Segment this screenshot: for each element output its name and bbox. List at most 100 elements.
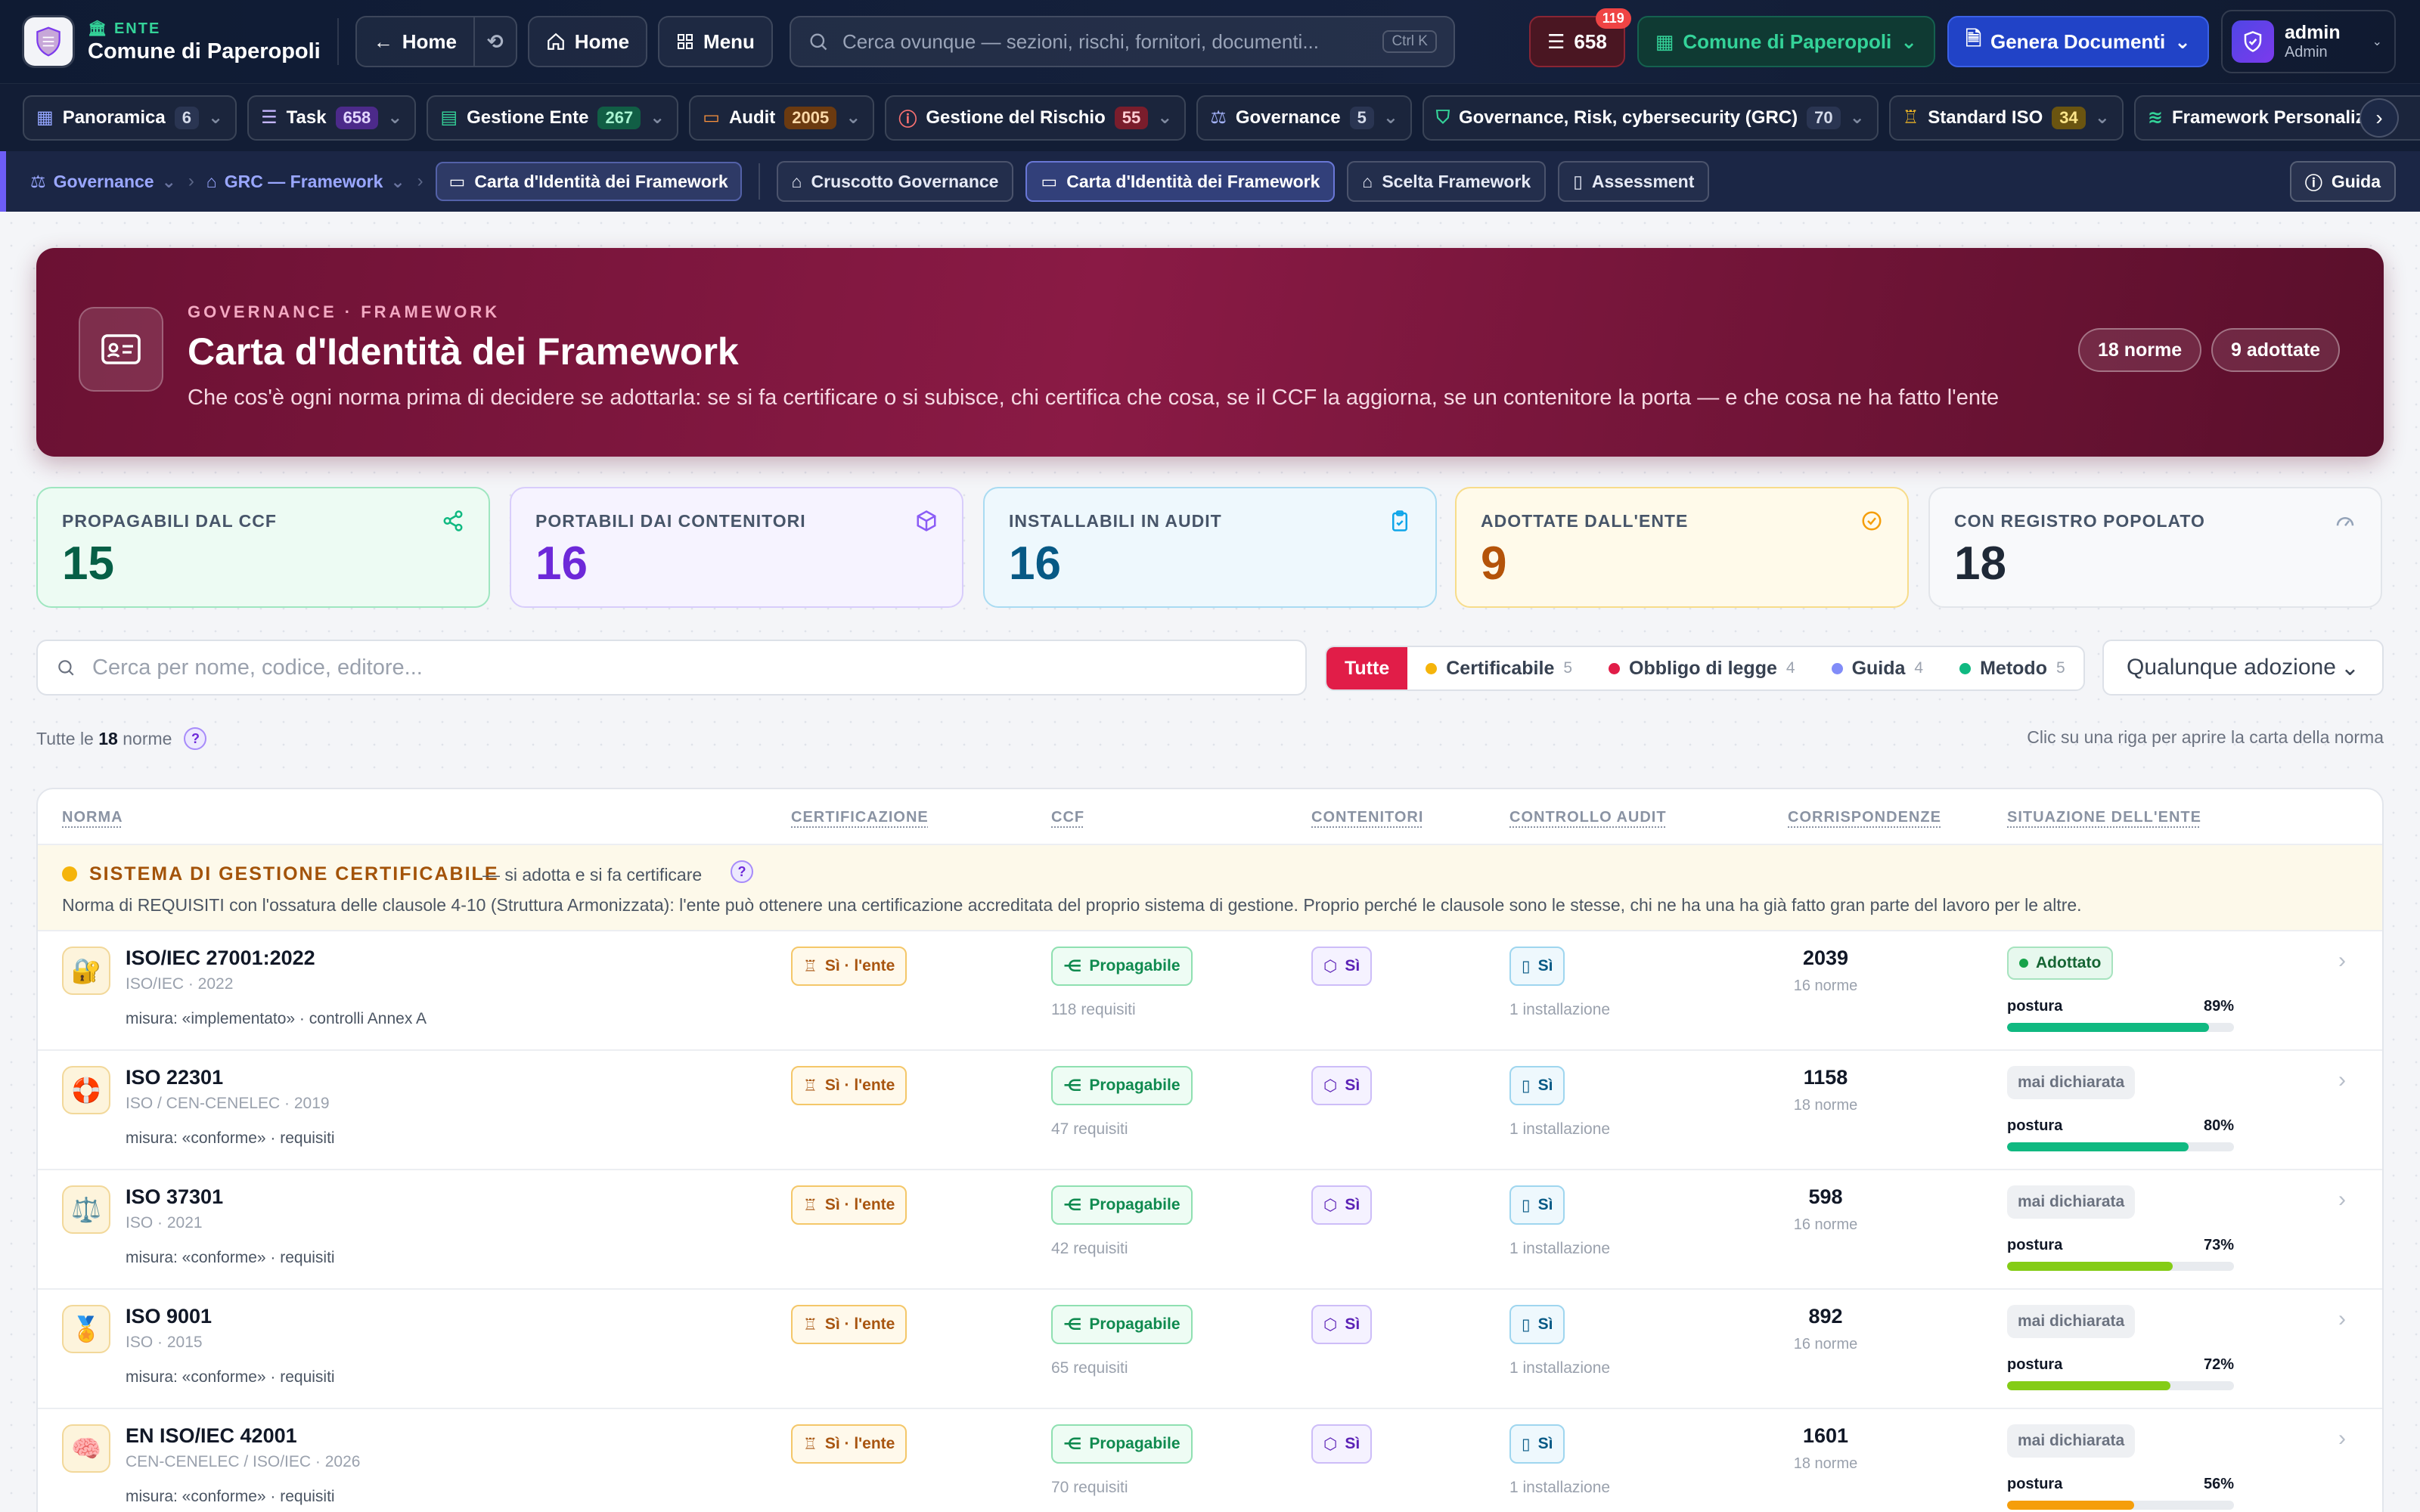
chevron-right-icon: ›	[2338, 948, 2346, 973]
framework-icon: ⚖️	[62, 1185, 110, 1234]
module-tab-standard-iso[interactable]: ♖ Standard ISO 34 ⌄	[1888, 94, 2124, 141]
stat-card-portabili[interactable]: PORTABILI DAI CONTENITORI 16	[510, 487, 963, 608]
correspondences: 892 16 norme	[1742, 1305, 1909, 1353]
audit-badge: ▯ Sì	[1509, 1424, 1565, 1464]
ente-selector[interactable]: ▦ Comune di Paperopoli ⌄	[1637, 16, 1936, 67]
table-row[interactable]: 🔐 ISO/IEC 27001:2022 ISO/IEC · 2022 misu…	[38, 931, 2382, 1051]
id-card-icon: ▭	[448, 171, 466, 191]
certification-badge: ♖ Sì · l'ente	[791, 1185, 908, 1225]
column-corrispondenze[interactable]: CORRISPONDENZE	[1788, 809, 1941, 826]
breadcrumb-current: ▭ Carta d'Identità dei Framework	[435, 162, 742, 201]
module-tab-panoramica[interactable]: ▦ Panoramica 6 ⌄	[23, 94, 237, 141]
tab-scelta-framework[interactable]: ⌂ Scelta Framework	[1347, 161, 1547, 202]
main-content: GOVERNANCE · FRAMEWORK Carta d'Identità …	[0, 212, 2420, 1512]
certification-badge: ♖ Sì · l'ente	[791, 1305, 908, 1344]
column-norma[interactable]: NORMA	[62, 809, 123, 826]
ccf-badge: ⋲ Propagabile	[1051, 947, 1193, 986]
tab-assessment[interactable]: ▯ Assessment	[1558, 161, 1710, 202]
box-icon	[917, 510, 936, 531]
checklist-icon: ☰	[1547, 29, 1565, 53]
filter-chip-certificabile[interactable]: Certificabile 5	[1407, 647, 1590, 689]
audit-badge: ▯ Sì	[1509, 947, 1565, 986]
filter-chip-guida[interactable]: Guida 4	[1813, 647, 1942, 689]
page-title: Carta d'Identità dei Framework	[188, 330, 739, 373]
table-row[interactable]: 🛟 ISO 22301 ISO / CEN-CENELEC · 2019 mis…	[38, 1051, 2382, 1170]
award-icon: ♖	[803, 1435, 818, 1453]
column-controllo-audit[interactable]: CONTROLLO AUDIT	[1509, 809, 1667, 826]
divider	[758, 163, 760, 200]
framework-name: ISO 37301	[126, 1185, 224, 1208]
clipboard-icon: ▯	[1522, 1077, 1531, 1095]
module-tab-audit[interactable]: ▭ Audit 2005 ⌄	[689, 94, 875, 141]
share-icon	[443, 510, 463, 531]
ente-info: 🏛 ENTE Comune di Paperopoli	[88, 19, 321, 64]
filter-chip-tutte[interactable]: Tutte	[1326, 647, 1408, 689]
framework-meta: ISO · 2021	[126, 1214, 203, 1232]
chevron-down-icon: ⌄	[1900, 29, 1918, 53]
breadcrumb-governance[interactable]: ⚖ Governance ⌄	[30, 172, 176, 192]
chevron-down-icon: ⌄	[1157, 107, 1173, 128]
posture-bar-fill	[2007, 1023, 2209, 1032]
history-button[interactable]: ⟲	[473, 17, 516, 66]
scroll-right-button[interactable]: ›	[2360, 98, 2399, 138]
chevron-down-icon: ⌄	[1382, 107, 1398, 128]
column-certificazione[interactable]: CERTIFICAZIONE	[791, 809, 929, 826]
gauge-icon	[2336, 517, 2354, 527]
home-button[interactable]: Home	[527, 16, 648, 67]
tab-cruscotto-governance[interactable]: ⌂ Cruscotto Governance	[776, 161, 1014, 202]
correspondences-count: 2039	[1802, 947, 1849, 969]
framework-search-input[interactable]: Cerca per nome, codice, editore...	[36, 640, 1307, 696]
back-home-button[interactable]: ← Home	[357, 17, 473, 66]
layers-icon: ≋	[2147, 107, 2163, 128]
ente-situation: mai dichiarata postura 80%	[2007, 1066, 2234, 1151]
table-row[interactable]: 🏅 ISO 9001 ISO · 2015 misura: «conforme»…	[38, 1290, 2382, 1409]
tasks-button[interactable]: ☰ 658 119	[1529, 8, 1631, 67]
correspondences: 2039 16 norme	[1742, 947, 1909, 995]
framework-meta: CEN-CENELEC / ISO/IEC · 2026	[126, 1453, 361, 1470]
clipboard-icon: ▯	[1573, 171, 1583, 191]
help-icon[interactable]: ?	[731, 860, 753, 883]
stat-card-registro[interactable]: CON REGISTRO POPOLATO 18	[1928, 487, 2382, 608]
ente-situation: mai dichiarata postura 72%	[2007, 1305, 2234, 1390]
tab-carta-identita[interactable]: ▭ Carta d'Identità dei Framework	[1025, 161, 1336, 202]
module-tab-grc[interactable]: ⛉ Governance, Risk, cybersecurity (GRC) 70…	[1422, 94, 1879, 141]
document-icon: 🗎	[1965, 27, 1981, 50]
certification-badge: ♖ Sì · l'ente	[791, 947, 908, 986]
stat-card-propagabili[interactable]: PROPAGABILI DAL CCF 15	[36, 487, 490, 608]
module-tab-governance[interactable]: ⚖ Governance 5 ⌄	[1196, 94, 1412, 141]
filter-chip-metodo[interactable]: Metodo 5	[1941, 647, 2083, 689]
chevron-right-icon: ›	[2338, 1426, 2346, 1451]
table-row[interactable]: 🧠 EN ISO/IEC 42001 CEN-CENELEC / ISO/IEC…	[38, 1409, 2382, 1512]
correspondences-count: 1158	[1803, 1066, 1848, 1089]
audit-installations: 1 installazione	[1509, 1001, 1611, 1018]
module-tab-task[interactable]: ☰ Task 658 ⌄	[247, 94, 417, 141]
user-name: admin	[2284, 22, 2341, 43]
user-role: Admin	[2284, 44, 2328, 60]
stat-card-adottate[interactable]: ADOTTATE DALL'ENTE 9	[1455, 487, 1909, 608]
group-header: SISTEMA DI GESTIONE CERTIFICABILE — si a…	[38, 845, 2382, 931]
global-search-input[interactable]: Cerca ovunque — sezioni, rischi, fornito…	[789, 16, 1455, 67]
clipboard-icon: ▯	[1522, 1196, 1531, 1214]
column-ccf[interactable]: CCF	[1051, 809, 1084, 826]
ccf-badge: ⋲ Propagabile	[1051, 1424, 1193, 1464]
module-tab-gestione-ente[interactable]: ▤ Gestione Ente 267 ⌄	[427, 94, 679, 141]
chevron-down-icon: ⌄	[845, 107, 861, 128]
table-row[interactable]: ⚖️ ISO 37301 ISO · 2021 misura: «conform…	[38, 1170, 2382, 1290]
ente-name: Comune di Paperopoli	[88, 39, 321, 64]
adoption-select[interactable]: Qualunque adozione ⌄	[2102, 640, 2384, 696]
filter-chip-obbligo[interactable]: Obbligo di legge 4	[1590, 647, 1813, 689]
user-menu[interactable]: admin Admin ⌄	[2220, 10, 2396, 73]
menu-button[interactable]: Menu	[658, 16, 773, 67]
column-situazione[interactable]: SITUAZIONE DELL'ENTE	[2007, 809, 2201, 826]
ente-logo[interactable]	[24, 17, 73, 66]
id-card-icon	[79, 307, 163, 392]
share-icon: ⋲	[1063, 1196, 1082, 1214]
guide-button[interactable]: ⓘ Guida	[2289, 161, 2396, 202]
help-icon[interactable]: ?	[184, 727, 207, 750]
column-contenitori[interactable]: CONTENITORI	[1311, 809, 1423, 826]
generate-documents-button[interactable]: 🗎 Genera Documenti ⌄	[1947, 16, 2209, 67]
module-tab-rischio[interactable]: ⓘ Gestione del Rischio 55 ⌄	[885, 94, 1187, 141]
posture-label: postura 56%	[2007, 1476, 2234, 1492]
breadcrumb-grc-framework[interactable]: ⌂ GRC — Framework ⌄	[206, 172, 405, 192]
stat-card-installabili[interactable]: INSTALLABILI IN AUDIT 16	[983, 487, 1437, 608]
